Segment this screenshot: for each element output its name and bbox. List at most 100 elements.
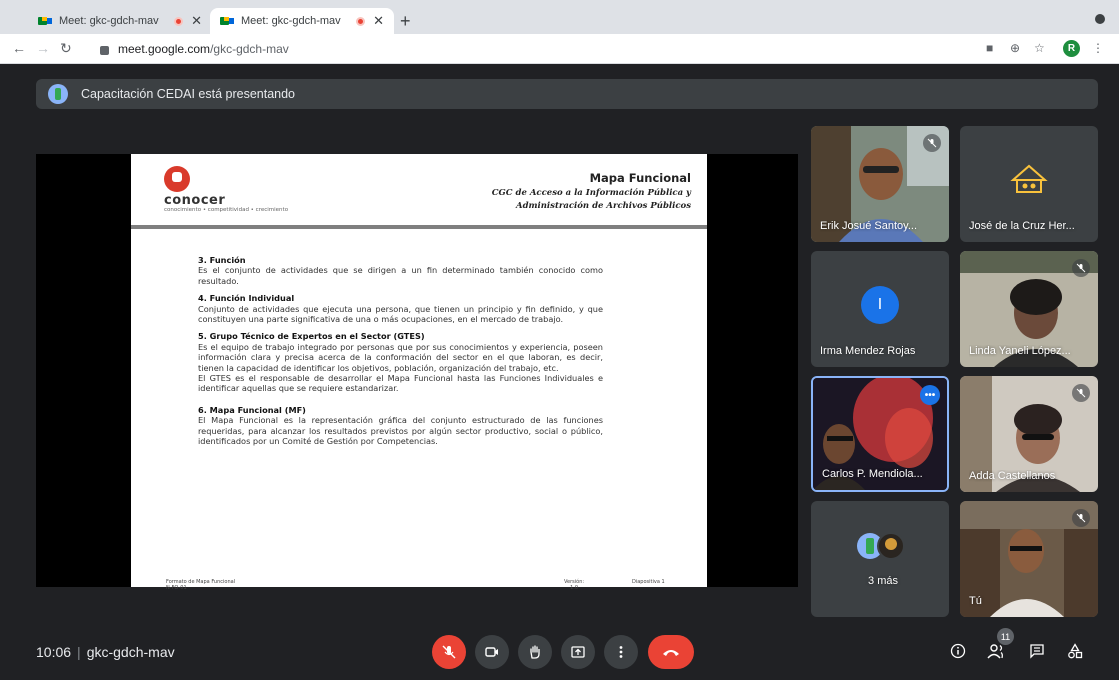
- separator: |: [77, 644, 81, 660]
- meet-favicon-icon: [220, 16, 234, 26]
- browser-tab-active[interactable]: Meet: gkc-gdch-mav ✕: [210, 8, 394, 34]
- logo-tagline: conocimiento • competitividad • crecimie…: [164, 207, 289, 213]
- conocer-logo-icon: [164, 166, 190, 192]
- slide-body: 3. Función Es el conjunto de actividades…: [198, 255, 603, 454]
- self-tile[interactable]: Tú: [960, 501, 1098, 617]
- url-path: /gkc-gdch-mav: [210, 42, 289, 56]
- mic-off-icon: [1072, 509, 1090, 527]
- participant-name: José de la Cruz Her...: [969, 220, 1075, 232]
- present-screen-button[interactable]: [561, 635, 595, 669]
- footer-format: Formato de Mapa Funcional N-FO-01: [166, 579, 235, 591]
- more-participants-label: 3 más: [868, 575, 898, 587]
- participant-tile[interactable]: Erik Josué Santoy...: [811, 126, 949, 242]
- participant-name: Tú: [969, 595, 982, 607]
- section-text: El Mapa Funcional es la representación g…: [198, 415, 603, 447]
- close-tab-icon[interactable]: ✕: [373, 13, 384, 29]
- participant-tile[interactable]: Adda Castellanos: [960, 376, 1098, 492]
- raise-hand-button[interactable]: [518, 635, 552, 669]
- presenting-banner: Capacitación CEDAI está presentando: [36, 79, 1098, 109]
- browser-tab[interactable]: Meet: gkc-gdch-mav ✕: [28, 8, 212, 34]
- section-heading: 6. Mapa Funcional (MF): [198, 404, 306, 415]
- meeting-details-button[interactable]: [950, 643, 966, 664]
- profile-avatar[interactable]: R: [1063, 40, 1080, 57]
- presenting-text: Capacitación CEDAI está presentando: [81, 87, 296, 101]
- meet-favicon-icon: [38, 16, 52, 26]
- camera-icon[interactable]: ■: [986, 41, 993, 55]
- meeting-info: 10:06 | gkc-gdch-mav: [36, 644, 175, 660]
- current-time: 10:06: [36, 644, 72, 660]
- footer-version: Versión: 1.0: [564, 579, 584, 591]
- slide-header: Mapa Funcional CGC de Acceso a la Inform…: [492, 171, 691, 213]
- participant-name: Irma Mendez Rojas: [820, 345, 916, 357]
- slide-subtitle-line: CGC de Acceso a la Información Pública y: [491, 188, 691, 198]
- footer-slide-number: Diapositiva 1: [632, 579, 665, 585]
- participant-name: Carlos P. Mendiola...: [822, 468, 923, 480]
- slide-section: 4. Función Individual Conjunto de activi…: [198, 293, 603, 324]
- close-tab-icon[interactable]: ✕: [191, 13, 202, 29]
- activities-button[interactable]: [1067, 643, 1083, 664]
- section-text: Es el conjunto de actividades que se dir…: [198, 265, 603, 286]
- zoom-icon[interactable]: ⊕: [1010, 41, 1020, 55]
- slide-divider: [131, 225, 707, 229]
- kebab-menu-icon[interactable]: ⋮: [1092, 41, 1104, 55]
- people-button[interactable]: [987, 643, 1007, 664]
- chat-button[interactable]: [1029, 643, 1045, 664]
- browser-toolbar: ← → ↻ meet.google.com/gkc-gdch-mav ■ ⊕ ☆…: [0, 34, 1119, 64]
- kebab-menu-icon: [619, 646, 623, 658]
- tab-title: Meet: gkc-gdch-mav: [241, 15, 341, 27]
- lock-icon: [100, 45, 109, 55]
- slide-section: 3. Función Es el conjunto de actividades…: [198, 255, 603, 286]
- participant-name: Adda Castellanos: [969, 470, 1056, 482]
- more-options-icon[interactable]: •••: [920, 385, 940, 405]
- activities-icon: [1068, 643, 1083, 659]
- footer-version-value: 1.0: [570, 585, 579, 591]
- camera-toggle-button[interactable]: [475, 635, 509, 669]
- section-text: Conjunto de actividades que ejecuta una …: [198, 303, 603, 325]
- new-tab-button[interactable]: +: [400, 12, 411, 30]
- conocer-logo: conocer conocimiento • competitividad • …: [164, 166, 288, 213]
- back-arrow-icon[interactable]: ←: [12, 40, 26, 56]
- section-text: El GTES es el responsable de desarrollar…: [198, 373, 603, 394]
- participant-name: Linda Yaneli López...: [969, 345, 1071, 357]
- meet-call: Capacitación CEDAI está presentando cono…: [0, 65, 1119, 680]
- forward-arrow-icon[interactable]: →: [36, 40, 50, 56]
- url-domain: meet.google.com: [118, 42, 211, 56]
- recording-indicator-icon: [174, 16, 184, 26]
- participant-tile[interactable]: José de la Cruz Her...: [960, 126, 1098, 242]
- participant-tile[interactable]: I Irma Mendez Rojas: [811, 251, 949, 367]
- reload-icon[interactable]: ↻: [60, 40, 72, 57]
- mic-off-icon: [442, 645, 456, 659]
- participant-name: Erik Josué Santoy...: [820, 220, 918, 232]
- section-heading: 5. Grupo Técnico de Expertos en el Secto…: [198, 331, 425, 342]
- hang-up-icon: [663, 650, 679, 656]
- logo-word: conocer: [164, 193, 226, 208]
- meeting-code: gkc-gdch-mav: [86, 644, 175, 660]
- tab-title: Meet: gkc-gdch-mav: [59, 15, 159, 27]
- hand-icon: [530, 645, 540, 659]
- browser-tab-strip: Meet: gkc-gdch-mav ✕ Meet: gkc-gdch-mav …: [0, 0, 1119, 34]
- mic-toggle-button[interactable]: [432, 635, 466, 669]
- participant-tile[interactable]: Linda Yaneli López...: [960, 251, 1098, 367]
- mic-off-icon: [1072, 384, 1090, 402]
- more-participants-avatars: [857, 532, 905, 560]
- participant-initial-avatar: I: [861, 286, 899, 324]
- bookmark-star-icon[interactable]: ☆: [1034, 41, 1045, 55]
- presentation-slide: conocer conocimiento • competitividad • …: [131, 154, 707, 591]
- more-participants-tile[interactable]: 3 más: [811, 501, 949, 617]
- chat-icon: [1030, 644, 1044, 659]
- mic-off-icon: [1072, 259, 1090, 277]
- presentation-stage: conocer conocimiento • competitividad • …: [36, 154, 798, 591]
- camera-icon: [485, 647, 498, 657]
- mic-off-icon: [923, 134, 941, 152]
- section-heading: 3. Función: [198, 255, 246, 265]
- leave-call-button[interactable]: [648, 635, 694, 669]
- meet-bottom-bar: 10:06 | gkc-gdch-mav 11: [0, 620, 1119, 680]
- footer-format-code: N-FO-01: [166, 585, 187, 591]
- more-options-button[interactable]: [604, 635, 638, 669]
- recording-indicator-icon: [356, 16, 366, 26]
- info-icon: [950, 643, 966, 659]
- slide-subtitle: CGC de Acceso a la Información Pública y…: [492, 187, 691, 213]
- address-bar[interactable]: meet.google.com/gkc-gdch-mav: [100, 38, 1090, 60]
- chrome-status-icon[interactable]: [1095, 14, 1105, 24]
- participant-tile-selected[interactable]: ••• Carlos P. Mendiola...: [811, 376, 949, 492]
